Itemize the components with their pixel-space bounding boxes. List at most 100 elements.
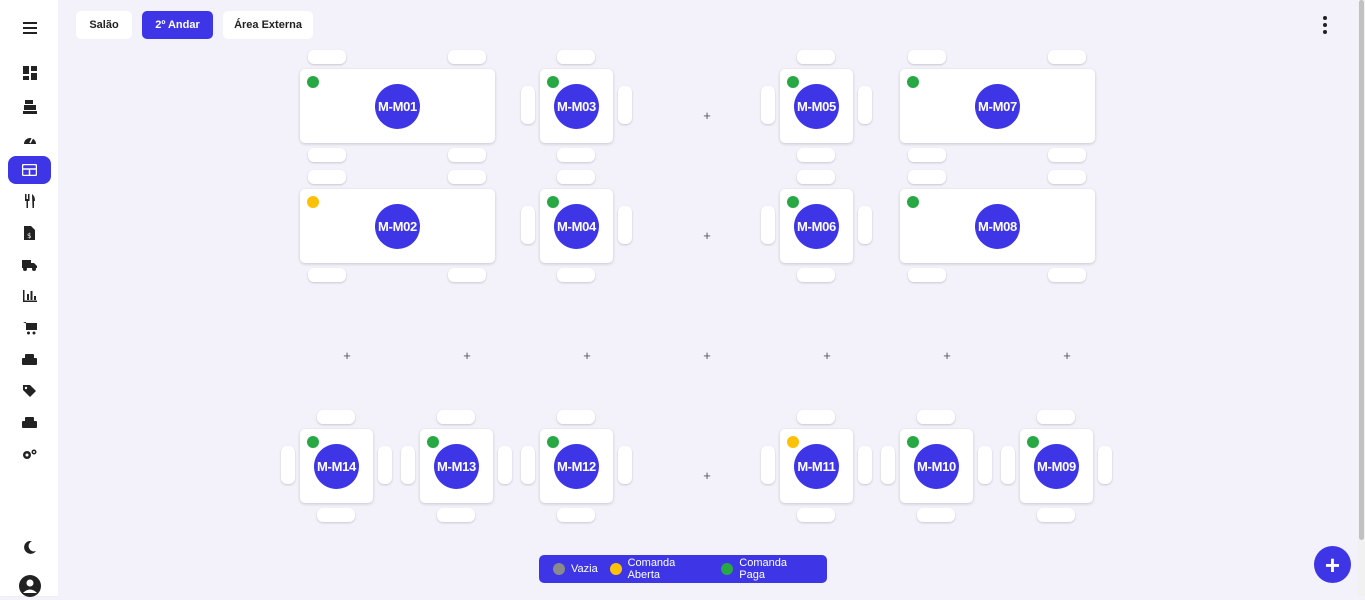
legend-label: Comanda Paga <box>739 557 787 581</box>
chair <box>797 170 835 184</box>
chair <box>908 50 946 64</box>
chair <box>557 268 595 282</box>
table-label: M-M11 <box>794 443 839 489</box>
chair <box>448 268 486 282</box>
legend-item-comanda-paga: Comanda Paga <box>721 557 815 581</box>
table-label: M-M01 <box>375 83 420 129</box>
cart-icon[interactable] <box>8 314 51 342</box>
table-m-m03[interactable]: M-M03 <box>540 69 613 143</box>
chair <box>317 410 355 424</box>
chair <box>308 170 346 184</box>
chair <box>448 148 486 162</box>
add-table-slot-icon[interactable]: + <box>821 349 833 362</box>
table-m-m09[interactable]: M-M09 <box>1020 429 1093 503</box>
chair <box>797 410 835 424</box>
scrollbar-thumb[interactable] <box>1359 0 1364 540</box>
chair <box>448 50 486 64</box>
table-m-m02[interactable]: M-M02 <box>300 189 495 263</box>
chair <box>797 268 835 282</box>
menu-icon[interactable] <box>8 14 51 42</box>
table-m-m14[interactable]: M-M14 <box>300 429 373 503</box>
add-table-slot-icon[interactable]: + <box>701 469 713 482</box>
table-label: M-M03 <box>554 83 599 129</box>
legend-label: Vazia <box>571 563 598 575</box>
chair <box>557 170 595 184</box>
status-dot <box>307 436 319 448</box>
chair <box>917 410 955 424</box>
floor-tabs-bar: Salão 2º Andar Área Externa <box>58 0 1358 50</box>
table-label: M-M10 <box>914 443 959 489</box>
add-table-slot-icon[interactable]: + <box>1061 349 1073 362</box>
table-m-m08[interactable]: M-M08 <box>900 189 1095 263</box>
add-table-slot-icon[interactable]: + <box>701 349 713 362</box>
chair <box>378 446 392 484</box>
add-table-slot-icon[interactable]: + <box>941 349 953 362</box>
chair <box>308 148 346 162</box>
status-dot <box>787 196 799 208</box>
table-m-m10[interactable]: M-M10 <box>900 429 973 503</box>
tab-area-externa[interactable]: Área Externa <box>223 11 313 39</box>
delivery-truck-icon[interactable] <box>8 251 51 279</box>
status-dot <box>547 196 559 208</box>
settings-gears-icon[interactable] <box>8 440 51 468</box>
chair <box>1098 446 1112 484</box>
status-dot <box>307 76 319 88</box>
tab-salao[interactable]: Salão <box>76 11 132 39</box>
svg-text:$: $ <box>27 232 31 240</box>
legend-item-comanda-aberta: Comanda Aberta <box>609 557 710 581</box>
chair <box>448 170 486 184</box>
add-table-slot-icon[interactable]: + <box>461 349 473 362</box>
chair <box>881 446 895 484</box>
add-table-slot-icon[interactable]: + <box>701 229 713 242</box>
add-table-slot-icon[interactable]: + <box>341 349 353 362</box>
dark-mode-moon-icon[interactable] <box>8 533 51 561</box>
add-table-slot-icon[interactable]: + <box>581 349 593 362</box>
vertical-scrollbar[interactable] <box>1358 0 1365 596</box>
cash-register-icon[interactable] <box>8 93 51 121</box>
chair <box>521 86 535 124</box>
boxes-alt-icon[interactable] <box>8 408 51 436</box>
chair <box>1048 50 1086 64</box>
table-m-m12[interactable]: M-M12 <box>540 429 613 503</box>
dashboard-icon[interactable] <box>8 59 51 87</box>
gauge-icon[interactable] <box>8 125 51 153</box>
more-options-icon[interactable] <box>1320 16 1330 34</box>
tags-icon[interactable] <box>8 377 51 405</box>
table-m-m13[interactable]: M-M13 <box>420 429 493 503</box>
table-m-m07[interactable]: M-M07 <box>900 69 1095 143</box>
table-m-m11[interactable]: M-M11 <box>780 429 853 503</box>
chair <box>858 446 872 484</box>
tab-2-andar[interactable]: 2º Andar <box>142 11 213 39</box>
utensils-icon[interactable] <box>8 187 51 215</box>
invoice-icon[interactable]: $ <box>8 219 51 247</box>
bar-chart-icon[interactable] <box>8 282 51 310</box>
add-table-slot-icon[interactable]: + <box>701 109 713 122</box>
chair <box>908 268 946 282</box>
legend-dot-vazia <box>553 563 565 575</box>
chair <box>618 206 632 244</box>
chair <box>498 446 512 484</box>
chair <box>908 148 946 162</box>
chair <box>797 50 835 64</box>
chair <box>1048 148 1086 162</box>
status-dot <box>427 436 439 448</box>
table-label: M-M07 <box>975 83 1020 129</box>
chair <box>858 206 872 244</box>
chair <box>557 148 595 162</box>
status-dot <box>307 196 319 208</box>
table-label: M-M06 <box>794 203 839 249</box>
sidebar-item-tables[interactable] <box>8 156 51 184</box>
status-dot <box>787 436 799 448</box>
table-label: M-M02 <box>375 203 420 249</box>
add-table-button[interactable]: + <box>1314 546 1351 583</box>
chair <box>401 446 415 484</box>
table-m-m01[interactable]: M-M01 <box>300 69 495 143</box>
chair <box>1048 268 1086 282</box>
chair <box>618 446 632 484</box>
table-m-m05[interactable]: M-M05 <box>780 69 853 143</box>
boxes-icon[interactable] <box>8 345 51 373</box>
table-m-m04[interactable]: M-M04 <box>540 189 613 263</box>
table-label: M-M12 <box>554 443 599 489</box>
table-m-m06[interactable]: M-M06 <box>780 189 853 263</box>
chair <box>797 508 835 522</box>
